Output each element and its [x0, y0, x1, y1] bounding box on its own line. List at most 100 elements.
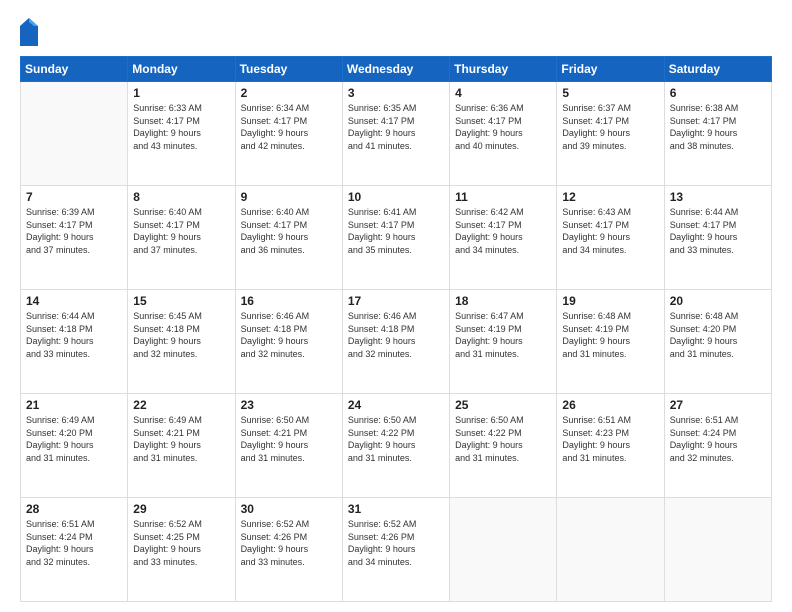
day-number: 27: [670, 398, 766, 412]
daylight-text: Daylight: 9 hoursand 31 minutes.: [26, 440, 94, 463]
day-info: Sunrise: 6:36 AMSunset: 4:17 PMDaylight:…: [455, 102, 551, 152]
day-info: Sunrise: 6:41 AMSunset: 4:17 PMDaylight:…: [348, 206, 444, 256]
sunset-text: Sunset: 4:17 PM: [455, 116, 522, 126]
daylight-text: Daylight: 9 hoursand 31 minutes.: [562, 336, 630, 359]
weekday-header-sunday: Sunday: [21, 57, 128, 82]
calendar-cell: 2Sunrise: 6:34 AMSunset: 4:17 PMDaylight…: [235, 82, 342, 186]
calendar-cell: 15Sunrise: 6:45 AMSunset: 4:18 PMDayligh…: [128, 290, 235, 394]
sunrise-text: Sunrise: 6:48 AM: [670, 311, 739, 321]
sunrise-text: Sunrise: 6:35 AM: [348, 103, 417, 113]
sunset-text: Sunset: 4:18 PM: [348, 324, 415, 334]
sunrise-text: Sunrise: 6:42 AM: [455, 207, 524, 217]
day-number: 18: [455, 294, 551, 308]
sunrise-text: Sunrise: 6:51 AM: [562, 415, 631, 425]
day-info: Sunrise: 6:44 AMSunset: 4:17 PMDaylight:…: [670, 206, 766, 256]
sunrise-text: Sunrise: 6:50 AM: [348, 415, 417, 425]
day-info: Sunrise: 6:51 AMSunset: 4:24 PMDaylight:…: [670, 414, 766, 464]
day-number: 28: [26, 502, 122, 516]
calendar-cell: [21, 82, 128, 186]
sunset-text: Sunset: 4:23 PM: [562, 428, 629, 438]
calendar-cell: 16Sunrise: 6:46 AMSunset: 4:18 PMDayligh…: [235, 290, 342, 394]
day-number: 14: [26, 294, 122, 308]
weekday-header-friday: Friday: [557, 57, 664, 82]
sunrise-text: Sunrise: 6:40 AM: [133, 207, 202, 217]
daylight-text: Daylight: 9 hoursand 31 minutes.: [670, 336, 738, 359]
sunrise-text: Sunrise: 6:38 AM: [670, 103, 739, 113]
day-number: 6: [670, 86, 766, 100]
calendar-week-row: 21 Sunrise: 6:49 AM Sunset: 4:20 PM Dayligh…: [21, 394, 772, 498]
sunset-text: Sunset: 4:17 PM: [562, 220, 629, 230]
sunrise-text: Sunrise: 6:49 AM: [133, 415, 202, 425]
sunset-text: Sunset: 4:20 PM: [26, 428, 93, 438]
calendar-cell: 28Sunrise: 6:51 AMSunset: 4:24 PMDayligh…: [21, 498, 128, 602]
weekday-header-saturday: Saturday: [664, 57, 771, 82]
daylight-text: Daylight: 9 hoursand 43 minutes.: [133, 128, 201, 151]
calendar-cell: 12Sunrise: 6:43 AMSunset: 4:17 PMDayligh…: [557, 186, 664, 290]
calendar-cell: 22Sunrise: 6:49 AMSunset: 4:21 PMDayligh…: [128, 394, 235, 498]
sunrise-text: Sunrise: 6:51 AM: [670, 415, 739, 425]
day-info: Sunrise: 6:37 AMSunset: 4:17 PMDaylight:…: [562, 102, 658, 152]
sunset-text: Sunset: 4:21 PM: [133, 428, 200, 438]
daylight-text: Daylight: 9 hoursand 31 minutes.: [562, 440, 630, 463]
daylight-text: Daylight: 9 hoursand 31 minutes.: [455, 440, 523, 463]
sunrise-text: Sunrise: 6:52 AM: [241, 519, 310, 529]
calendar-cell: 14 Sunrise: 6:44 AMSunset: 4:18 PMDayligh…: [21, 290, 128, 394]
daylight-text: Daylight: 9 hoursand 36 minutes.: [241, 232, 309, 255]
day-info: Sunrise: 6:38 AMSunset: 4:17 PMDaylight:…: [670, 102, 766, 152]
calendar-cell: 9 Sunrise: 6:40 AM Sunset: 4:17 PM Daylight…: [235, 186, 342, 290]
calendar-cell: 7Sunrise: 6:39 AMSunset: 4:17 PMDaylight…: [21, 186, 128, 290]
calendar-week-row: 28Sunrise: 6:51 AMSunset: 4:24 PMDayligh…: [21, 498, 772, 602]
logo: [20, 18, 42, 46]
day-number: 31: [348, 502, 444, 516]
daylight-text: Daylight: 9 hoursand 33 minutes.: [241, 544, 309, 567]
header: [20, 18, 772, 46]
day-info: Sunrise: 6:33 AMSunset: 4:17 PMDaylight:…: [133, 102, 229, 152]
sunrise-text: Sunrise: 6:45 AM: [133, 311, 202, 321]
calendar-cell: 11Sunrise: 6:42 AMSunset: 4:17 PMDayligh…: [450, 186, 557, 290]
sunrise-text: Sunrise: 6:34 AM: [241, 103, 310, 113]
sunset-text: Sunset: 4:22 PM: [455, 428, 522, 438]
sunset-text: Sunset: 4:26 PM: [348, 532, 415, 542]
daylight-text: Daylight: 9 hoursand 38 minutes.: [670, 128, 738, 151]
calendar-cell: 10Sunrise: 6:41 AMSunset: 4:17 PMDayligh…: [342, 186, 449, 290]
day-number: 1: [133, 86, 229, 100]
sunrise-text: Sunrise: 6:47 AM: [455, 311, 524, 321]
day-info: Sunrise: 6:51 AM Sunset: 4:23 PM Daylight:…: [562, 414, 658, 464]
day-number: 9: [241, 190, 337, 204]
daylight-text: Daylight: 9 hoursand 32 minutes.: [26, 544, 94, 567]
sunrise-text: Sunrise: 6:33 AM: [133, 103, 202, 113]
daylight-text: Daylight: 9 hoursand 31 minutes.: [133, 440, 201, 463]
day-number: 5: [562, 86, 658, 100]
calendar-table: SundayMondayTuesdayWednesdayThursdayFrid…: [20, 56, 772, 602]
day-number: 4: [455, 86, 551, 100]
day-info: Sunrise: 6:48 AMSunset: 4:19 PMDaylight:…: [562, 310, 658, 360]
day-number: 20: [670, 294, 766, 308]
sunset-text: Sunset: 4:22 PM: [348, 428, 415, 438]
weekday-header-thursday: Thursday: [450, 57, 557, 82]
day-number: 25: [455, 398, 551, 412]
daylight-text: Daylight: 9 hoursand 32 minutes.: [670, 440, 738, 463]
day-number: 8: [133, 190, 229, 204]
daylight-text: Daylight: 9 hoursand 37 minutes.: [26, 232, 94, 255]
day-number: 26: [562, 398, 658, 412]
day-info: Sunrise: 6:46 AMSunset: 4:18 PMDaylight:…: [348, 310, 444, 360]
day-number: 15: [133, 294, 229, 308]
day-info: Sunrise: 6:44 AMSunset: 4:18 PMDaylight:…: [26, 310, 122, 360]
sunset-text: Sunset: 4:17 PM: [241, 220, 308, 230]
sunrise-text: Sunrise: 6:41 AM: [348, 207, 417, 217]
sunset-text: Sunset: 4:21 PM: [241, 428, 308, 438]
sunrise-text: Sunrise: 6:40 AM: [241, 207, 310, 217]
calendar-cell: 3Sunrise: 6:35 AMSunset: 4:17 PMDaylight…: [342, 82, 449, 186]
day-number: 17: [348, 294, 444, 308]
daylight-text: Daylight: 9 hoursand 39 minutes.: [562, 128, 630, 151]
day-info: Sunrise: 6:50 AMSunset: 4:21 PMDaylight:…: [241, 414, 337, 464]
sunrise-text: Sunrise: 6:52 AM: [348, 519, 417, 529]
calendar-week-row: 14 Sunrise: 6:44 AMSunset: 4:18 PMDayligh…: [21, 290, 772, 394]
sunset-text: Sunset: 4:18 PM: [241, 324, 308, 334]
daylight-text: Daylight: 9 hoursand 33 minutes.: [133, 544, 201, 567]
day-number: 21: [26, 398, 122, 412]
day-info: Sunrise: 6:52 AMSunset: 4:26 PMDaylight:…: [348, 518, 444, 568]
daylight-text: Daylight: 9 hoursand 33 minutes.: [670, 232, 738, 255]
calendar-cell: 6 Sunrise: 6:38 AMSunset: 4:17 PMDaylight…: [664, 82, 771, 186]
calendar-cell: 17 Sunrise: 6:46 AMSunset: 4:18 PMDayligh…: [342, 290, 449, 394]
